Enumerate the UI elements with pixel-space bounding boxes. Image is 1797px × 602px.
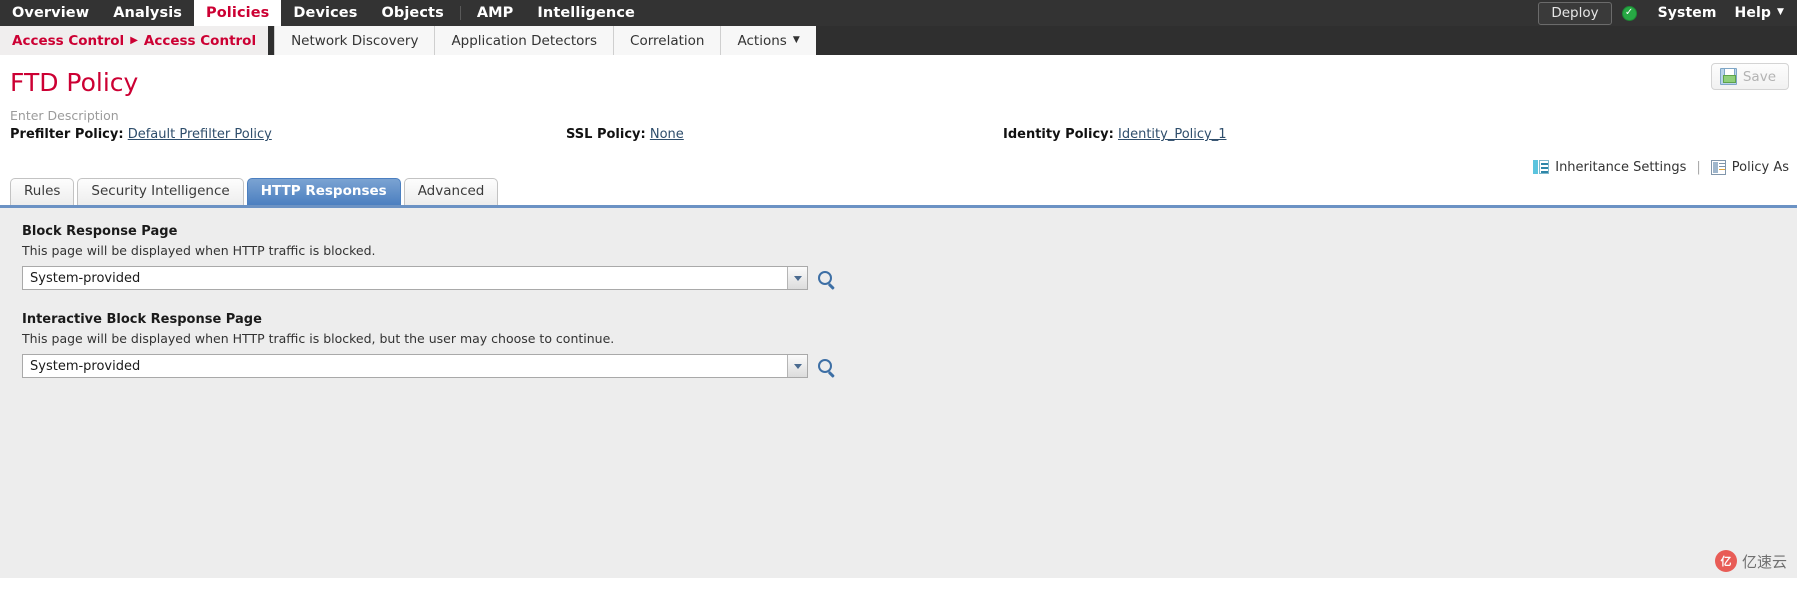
identity-policy-label: Identity Policy: — [1003, 127, 1114, 142]
policy-tab-strip: Rules Security Intelligence HTTP Respons… — [0, 178, 1797, 208]
watermark-badge-icon: 亿 — [1714, 550, 1737, 572]
interactive-block-response-page-magnifier-icon[interactable] — [818, 359, 832, 373]
interactive-block-response-page-select[interactable]: System-provided — [22, 354, 808, 378]
http-responses-panel: Block Response Page This page will be di… — [0, 208, 1797, 578]
subnav-tab-actions[interactable]: Actions ▼ — [720, 26, 816, 55]
prefilter-policy-label: Prefilter Policy: — [10, 127, 124, 142]
ssl-policy-group: SSL Policy: None — [566, 127, 684, 142]
block-response-page-select[interactable]: System-provided — [22, 266, 808, 290]
subnav-tab-application-detectors[interactable]: Application Detectors — [434, 26, 614, 55]
subnav-tab-correlation[interactable]: Correlation — [613, 26, 721, 55]
interactive-block-response-page-selected-value: System-provided — [30, 358, 141, 374]
breadcrumb-parent[interactable]: Access Control — [12, 33, 124, 49]
nav-item-overview[interactable]: Overview — [0, 0, 101, 26]
policy-assignments-icon — [1710, 159, 1726, 175]
ssl-policy-label: SSL Policy: — [566, 127, 646, 142]
block-response-page-magnifier-icon[interactable] — [818, 271, 832, 285]
deploy-button[interactable]: Deploy — [1538, 1, 1612, 25]
chevron-down-icon[interactable] — [787, 267, 807, 289]
nav-item-policies[interactable]: Policies — [194, 0, 282, 26]
settings-links-divider: | — [1696, 159, 1701, 175]
policy-settings-links-row: Inheritance Settings | Policy As — [0, 153, 1797, 181]
breadcrumb-current[interactable]: Access Control — [144, 33, 256, 49]
nav-item-amp[interactable]: AMP — [465, 0, 526, 26]
subnav-tab-actions-label: Actions — [737, 32, 787, 49]
prefilter-policy-link[interactable]: Default Prefilter Policy — [128, 127, 272, 142]
interactive-block-response-page-description: This page will be displayed when HTTP tr… — [22, 331, 615, 346]
page-description[interactable]: Enter Description — [10, 108, 1797, 123]
chevron-down-icon: ▼ — [792, 34, 800, 45]
floppy-disk-icon — [1719, 68, 1737, 85]
save-button-label: Save — [1742, 68, 1776, 85]
breadcrumb-arrow-icon: ▶ — [130, 35, 138, 46]
nav-item-intelligence[interactable]: Intelligence — [525, 0, 647, 26]
chevron-down-icon: ▼ — [1776, 7, 1784, 17]
prefilter-policy-group: Prefilter Policy: Default Prefilter Poli… — [10, 127, 272, 142]
identity-policy-link[interactable]: Identity_Policy_1 — [1118, 127, 1227, 142]
block-response-page-control-row: System-provided — [22, 266, 1797, 290]
tab-rules[interactable]: Rules — [10, 178, 75, 205]
save-button[interactable]: Save — [1710, 63, 1789, 90]
nav-item-devices[interactable]: Devices — [281, 0, 369, 26]
tab-advanced[interactable]: Advanced — [403, 178, 499, 205]
inheritance-settings-link[interactable]: Inheritance Settings — [1555, 160, 1686, 175]
nav-item-analysis[interactable]: Analysis — [101, 0, 194, 26]
nav-item-help[interactable]: Help ▼ — [1726, 5, 1793, 21]
top-navigation-bar: Overview Analysis Policies Devices Objec… — [0, 0, 1797, 26]
ssl-policy-link[interactable]: None — [650, 127, 684, 142]
tab-security-intelligence[interactable]: Security Intelligence — [77, 178, 244, 205]
check-circle-icon[interactable]: ✓ — [1621, 5, 1637, 21]
block-response-page-selected-value: System-provided — [30, 270, 141, 286]
top-nav-items: Overview Analysis Policies Devices Objec… — [0, 0, 647, 26]
nav-item-system[interactable]: System — [1649, 5, 1726, 21]
interactive-block-response-page-control-row: System-provided — [22, 354, 1797, 378]
interactive-block-response-page-section: Interactive Block Response Page This pag… — [22, 312, 1797, 378]
nav-item-objects[interactable]: Objects — [369, 0, 455, 26]
chevron-down-icon[interactable] — [787, 355, 807, 377]
nav-divider — [459, 6, 461, 20]
block-response-page-title: Block Response Page — [22, 224, 178, 239]
subnav-tab-network-discovery[interactable]: Network Discovery — [274, 26, 435, 55]
watermark: 亿 亿速云 — [1714, 550, 1787, 572]
block-response-page-section: Block Response Page This page will be di… — [22, 224, 1797, 290]
interactive-block-response-page-title: Interactive Block Response Page — [22, 312, 262, 327]
block-response-page-description: This page will be displayed when HTTP tr… — [22, 243, 376, 258]
identity-policy-group: Identity Policy: Identity_Policy_1 — [1003, 127, 1227, 142]
sub-navigation-bar: Access Control ▶ Access Control Network … — [0, 26, 1797, 55]
watermark-text: 亿速云 — [1741, 552, 1787, 571]
policy-assignments-link[interactable]: Policy As — [1732, 160, 1789, 175]
nav-item-help-label: Help — [1734, 5, 1771, 21]
page-header: FTD Policy Enter Description Save — [0, 55, 1797, 127]
breadcrumb[interactable]: Access Control ▶ Access Control — [0, 26, 269, 55]
top-nav-right-group: Deploy ✓ System Help ▼ — [1538, 0, 1797, 26]
policy-summary-row: Prefilter Policy: Default Prefilter Poli… — [0, 127, 1797, 153]
tab-http-responses[interactable]: HTTP Responses — [246, 178, 401, 205]
inheritance-icon — [1533, 160, 1550, 174]
page-title: FTD Policy — [10, 68, 139, 97]
